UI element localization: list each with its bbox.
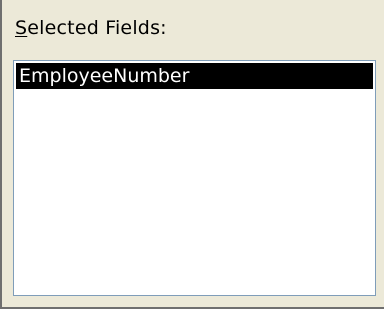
selected-fields-label: Selected Fields: — [15, 16, 167, 40]
selected-fields-panel: Selected Fields: EmployeeNumber — [0, 0, 384, 309]
selected-fields-listbox[interactable]: EmployeeNumber — [13, 60, 376, 296]
selected-fields-label-text: elected Fields: — [27, 17, 167, 39]
selected-fields-label-access-key: S — [15, 17, 28, 39]
selected-field-item-employeenumber[interactable]: EmployeeNumber — [16, 63, 373, 89]
panel-left-border — [0, 0, 2, 309]
